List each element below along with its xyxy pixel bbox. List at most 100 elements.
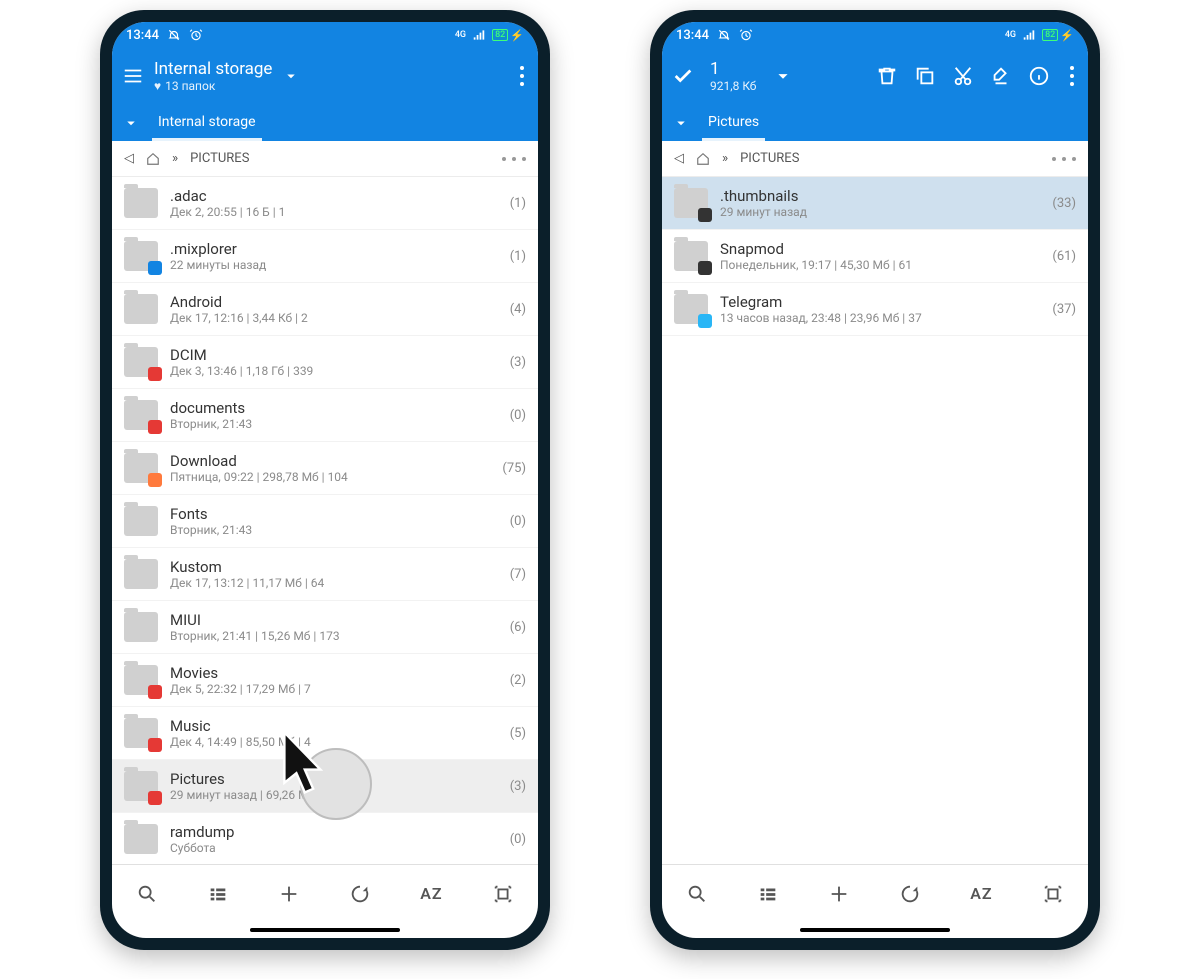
item-count: (1): [510, 196, 526, 211]
network-4g: 4G: [1005, 30, 1016, 40]
folder-icon: [674, 241, 708, 271]
app-badge-icon: [148, 791, 162, 805]
storage-title[interactable]: Internal storage: [154, 59, 272, 79]
status-time: 13:44: [126, 28, 159, 43]
chevron-down-icon[interactable]: [672, 114, 690, 132]
list-item[interactable]: Download Пятница, 09:22 | 298,78 Мб | 10…: [112, 442, 538, 495]
item-meta: Вторник, 21:41 | 15,26 Мб | 173: [170, 629, 498, 643]
item-name: Android: [170, 293, 498, 311]
back-icon[interactable]: ◁: [124, 151, 134, 166]
folder-icon: [124, 771, 158, 801]
dropdown-icon[interactable]: [282, 67, 300, 85]
item-name: DCIM: [170, 346, 498, 364]
item-count: (6): [510, 620, 526, 635]
select-all-icon[interactable]: [1042, 883, 1064, 905]
crumb-current[interactable]: PICTURES: [190, 151, 249, 166]
item-meta: Дек 4, 14:49 | 85,50 Мб | 4: [170, 735, 498, 749]
sort-az-icon[interactable]: AZ: [420, 884, 442, 903]
folder-icon: [674, 294, 708, 324]
list-item[interactable]: documents Вторник, 21:43 (0): [112, 389, 538, 442]
item-name: .adac: [170, 187, 498, 205]
folder-icon: [124, 347, 158, 377]
item-count: (1): [510, 249, 526, 264]
list-item[interactable]: Pictures 29 минут назад | 69,26 Мб | 100…: [112, 760, 538, 813]
more-icon[interactable]: [1066, 62, 1078, 90]
alarm-off-icon: [717, 28, 731, 42]
network-4g: 4G: [455, 30, 466, 40]
more-horiz-icon[interactable]: [502, 157, 526, 161]
list-item[interactable]: .thumbnails 29 минут назад (33): [662, 177, 1088, 230]
more-horiz-icon[interactable]: [1052, 157, 1076, 161]
folder-list[interactable]: .thumbnails 29 минут назад (33) Snapmod …: [662, 177, 1088, 864]
app-badge-icon: [698, 314, 712, 328]
item-meta: 29 минут назад | 69,26 Мб | 100: [170, 788, 498, 802]
app-bar: Internal storage ♥13 папок: [112, 48, 538, 104]
search-icon[interactable]: [686, 883, 708, 905]
folder-icon: [124, 188, 158, 218]
item-meta: Вторник, 21:43: [170, 523, 498, 537]
cut-icon[interactable]: [952, 65, 974, 87]
alarm-icon: [739, 28, 753, 42]
item-meta: Дек 3, 13:46 | 1,18 Гб | 339: [170, 364, 498, 378]
list-item[interactable]: Telegram 13 часов назад, 23:48 | 23,96 М…: [662, 283, 1088, 336]
select-all-icon[interactable]: [492, 883, 514, 905]
folder-list[interactable]: .adac Дек 2, 20:55 | 16 Б | 1 (1) .mixpl…: [112, 177, 538, 864]
folder-icon: [124, 294, 158, 324]
dropdown-icon[interactable]: [772, 65, 794, 87]
signal-icon: [472, 28, 486, 42]
phone-right: 13:44 4G 82⚡ 1 921,8 Кб Pictures ◁ » PIC…: [650, 10, 1100, 950]
rename-icon[interactable]: [990, 65, 1012, 87]
add-icon[interactable]: [278, 883, 300, 905]
list-item[interactable]: Kustom Дек 17, 13:12 | 11,17 Мб | 64 (7): [112, 548, 538, 601]
list-item[interactable]: ramdump Суббота (0): [112, 813, 538, 864]
crumb-current[interactable]: PICTURES: [740, 151, 799, 166]
view-list-icon[interactable]: [757, 883, 779, 905]
folder-icon: [124, 665, 158, 695]
refresh-icon[interactable]: [349, 883, 371, 905]
chevron-down-icon[interactable]: [122, 114, 140, 132]
delete-icon[interactable]: [876, 65, 898, 87]
status-time: 13:44: [676, 28, 709, 43]
nav-bar[interactable]: [112, 922, 538, 938]
home-icon[interactable]: [146, 152, 160, 166]
nav-bar[interactable]: [662, 922, 1088, 938]
info-icon[interactable]: [1028, 65, 1050, 87]
list-item[interactable]: MIUI Вторник, 21:41 | 15,26 Мб | 173 (6): [112, 601, 538, 654]
menu-icon[interactable]: [122, 65, 144, 87]
item-name: Kustom: [170, 558, 498, 576]
refresh-icon[interactable]: [899, 883, 921, 905]
sort-az-icon[interactable]: AZ: [970, 884, 992, 903]
copy-icon[interactable]: [914, 65, 936, 87]
list-item[interactable]: .mixplorer 22 минуты назад (1): [112, 230, 538, 283]
item-count: (2): [510, 673, 526, 688]
check-icon[interactable]: [672, 65, 694, 87]
heart-icon: ♥: [154, 79, 161, 93]
tab-pictures[interactable]: Pictures: [702, 104, 765, 141]
more-icon[interactable]: [516, 62, 528, 90]
list-item[interactable]: Movies Дек 5, 22:32 | 17,29 Мб | 7 (2): [112, 654, 538, 707]
item-meta: Пятница, 09:22 | 298,78 Мб | 104: [170, 470, 490, 484]
item-name: Movies: [170, 664, 498, 682]
list-item[interactable]: Snapmod Понедельник, 19:17 | 45,30 Мб | …: [662, 230, 1088, 283]
list-item[interactable]: Android Дек 17, 12:16 | 3,44 Кб | 2 (4): [112, 283, 538, 336]
home-icon[interactable]: [696, 152, 710, 166]
list-item[interactable]: Fonts Вторник, 21:43 (0): [112, 495, 538, 548]
list-item[interactable]: DCIM Дек 3, 13:46 | 1,18 Гб | 339 (3): [112, 336, 538, 389]
app-badge-icon: [148, 367, 162, 381]
folder-icon: [124, 824, 158, 854]
add-icon[interactable]: [828, 883, 850, 905]
app-badge-icon: [148, 738, 162, 752]
breadcrumb: ◁ » PICTURES: [662, 141, 1088, 177]
list-item[interactable]: .adac Дек 2, 20:55 | 16 Б | 1 (1): [112, 177, 538, 230]
search-icon[interactable]: [136, 883, 158, 905]
back-icon[interactable]: ◁: [674, 151, 684, 166]
tab-internal[interactable]: Internal storage: [152, 104, 262, 141]
item-meta: Понедельник, 19:17 | 45,30 Мб | 61: [720, 258, 1040, 272]
item-count: (5): [510, 726, 526, 741]
battery-icon: 82: [492, 29, 508, 41]
alarm-off-icon: [167, 28, 181, 42]
list-item[interactable]: Music Дек 4, 14:49 | 85,50 Мб | 4 (5): [112, 707, 538, 760]
item-count: (3): [510, 355, 526, 370]
view-list-icon[interactable]: [207, 883, 229, 905]
status-bar: 13:44 4G 82⚡: [662, 22, 1088, 48]
